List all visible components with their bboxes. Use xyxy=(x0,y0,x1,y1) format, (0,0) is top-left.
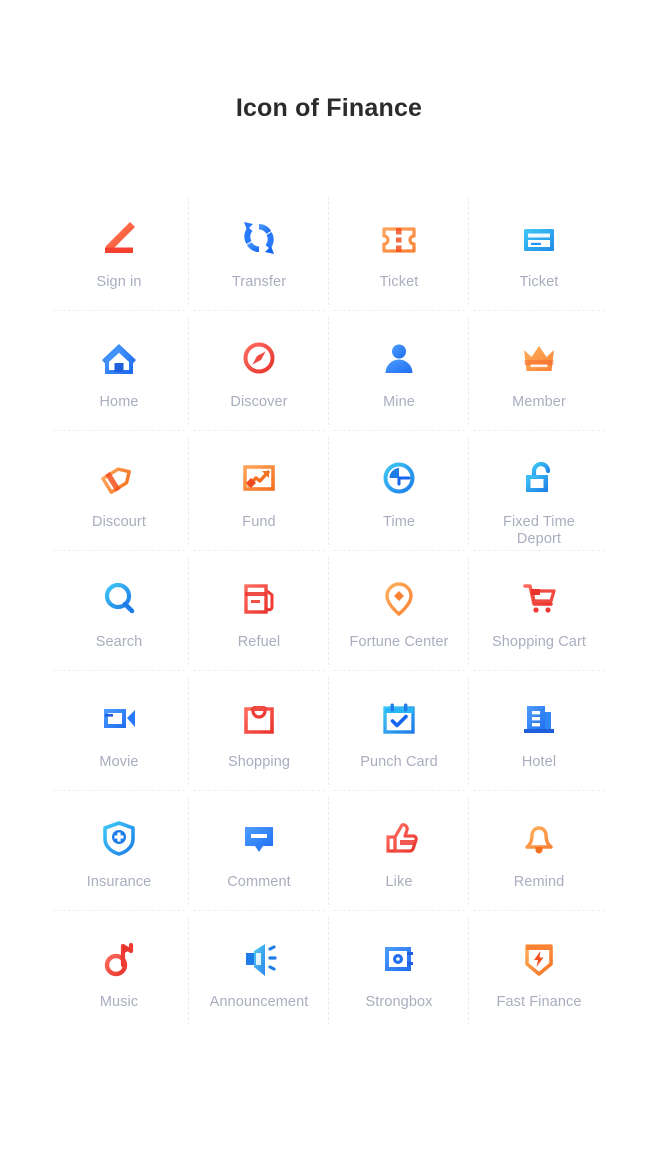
icon-label: Insurance xyxy=(86,874,152,890)
icon-cell-announcement[interactable]: Announcement xyxy=(189,911,329,1031)
megaphone-speaker-icon xyxy=(232,931,286,985)
search-icon xyxy=(92,571,146,625)
shopping-cart-icon xyxy=(512,571,566,625)
icon-cell-ticket[interactable]: Ticket xyxy=(469,191,609,311)
icon-cell-ticket[interactable]: Ticket xyxy=(329,191,469,311)
icon-label: Home xyxy=(99,394,139,410)
ticket-card-icon xyxy=(512,211,566,265)
pen-sign-icon xyxy=(92,211,146,265)
video-camera-icon xyxy=(92,691,146,745)
safe-box-icon xyxy=(372,931,426,985)
icon-label: Mine xyxy=(383,394,415,410)
icon-cell-fortune-center[interactable]: Fortune Center xyxy=(329,551,469,671)
icon-label: Like xyxy=(385,874,413,890)
icon-label: Ticket xyxy=(379,274,419,290)
user-person-icon xyxy=(372,331,426,385)
ticket-stub-icon xyxy=(372,211,426,265)
icon-label: Fortune Center xyxy=(349,634,449,650)
icon-label: Search xyxy=(95,634,143,650)
icon-label: Remind xyxy=(513,874,565,890)
icon-label: Sign in xyxy=(96,274,142,290)
icon-cell-member[interactable]: Member xyxy=(469,311,609,431)
icon-label: Member xyxy=(512,394,566,410)
icon-cell-search[interactable]: Search xyxy=(49,551,189,671)
icon-label: Comment xyxy=(227,874,291,890)
icon-label: Punch Card xyxy=(360,754,438,770)
icon-cell-sign-in[interactable]: Sign in xyxy=(49,191,189,311)
icon-label: Refuel xyxy=(237,634,281,650)
lightning-banner-icon xyxy=(512,931,566,985)
music-note-icon xyxy=(92,931,146,985)
shopping-bag-icon xyxy=(232,691,286,745)
icon-cell-strongbox[interactable]: Strongbox xyxy=(329,911,469,1031)
icon-label: Fund xyxy=(242,514,276,530)
icon-label: Discover xyxy=(230,394,288,410)
icon-cell-insurance[interactable]: Insurance xyxy=(49,791,189,911)
speech-bubble-icon xyxy=(232,811,286,865)
bell-icon xyxy=(512,811,566,865)
icon-label: Hotel xyxy=(521,754,557,770)
icon-label: Ticket xyxy=(519,274,559,290)
icon-cell-fixed-time-deport[interactable]: Fixed Time Deport xyxy=(469,431,609,551)
icon-cell-shopping-cart[interactable]: Shopping Cart xyxy=(469,551,609,671)
icon-cell-mine[interactable]: Mine xyxy=(329,311,469,431)
icon-cell-refuel[interactable]: Refuel xyxy=(189,551,329,671)
icon-label: Movie xyxy=(99,754,139,770)
icon-label: Shopping xyxy=(227,754,291,770)
icon-cell-fund[interactable]: Fund xyxy=(189,431,329,551)
icon-cell-comment[interactable]: Comment xyxy=(189,791,329,911)
fuel-pump-icon xyxy=(232,571,286,625)
icon-cell-shopping[interactable]: Shopping xyxy=(189,671,329,791)
icon-showcase-page: Icon of Finance Sign in Transfer Ticket … xyxy=(0,0,658,1172)
icon-label: Announcement xyxy=(209,994,309,1010)
icon-cell-movie[interactable]: Movie xyxy=(49,671,189,791)
unlock-padlock-icon xyxy=(512,451,566,505)
calendar-check-icon xyxy=(372,691,426,745)
icon-label: Strongbox xyxy=(365,994,433,1010)
icon-cell-discourt[interactable]: Discourt xyxy=(49,431,189,551)
fund-chart-icon xyxy=(232,451,286,505)
page-title: Icon of Finance xyxy=(235,94,423,122)
crown-icon xyxy=(512,331,566,385)
icon-cell-fast-finance[interactable]: Fast Finance xyxy=(469,911,609,1031)
icon-label: Fast Finance xyxy=(496,994,582,1010)
home-icon xyxy=(92,331,146,385)
icon-label: Fixed Time Deport xyxy=(503,514,575,547)
icon-cell-transfer[interactable]: Transfer xyxy=(189,191,329,311)
icon-cell-discover[interactable]: Discover xyxy=(189,311,329,431)
icon-cell-hotel[interactable]: Hotel xyxy=(469,671,609,791)
shield-cross-icon xyxy=(92,811,146,865)
icon-cell-punch-card[interactable]: Punch Card xyxy=(329,671,469,791)
discount-tag-icon xyxy=(92,451,146,505)
icon-cell-time[interactable]: Time xyxy=(329,431,469,551)
icon-label: Transfer xyxy=(231,274,287,290)
icon-cell-music[interactable]: Music xyxy=(49,911,189,1031)
icon-grid: Sign in Transfer Ticket Ticket Home Disc… xyxy=(49,191,609,1031)
icon-label: Time xyxy=(382,514,416,530)
location-pin-icon xyxy=(372,571,426,625)
icon-cell-like[interactable]: Like xyxy=(329,791,469,911)
thumbs-up-icon xyxy=(372,811,426,865)
clock-icon xyxy=(372,451,426,505)
icon-cell-remind[interactable]: Remind xyxy=(469,791,609,911)
icon-label: Discourt xyxy=(92,514,146,530)
discover-compass-icon xyxy=(232,331,286,385)
icon-label: Music xyxy=(99,994,139,1010)
icon-label: Shopping Cart xyxy=(492,634,586,650)
icon-cell-home[interactable]: Home xyxy=(49,311,189,431)
transfer-refresh-icon xyxy=(232,211,286,265)
hotel-building-icon xyxy=(512,691,566,745)
